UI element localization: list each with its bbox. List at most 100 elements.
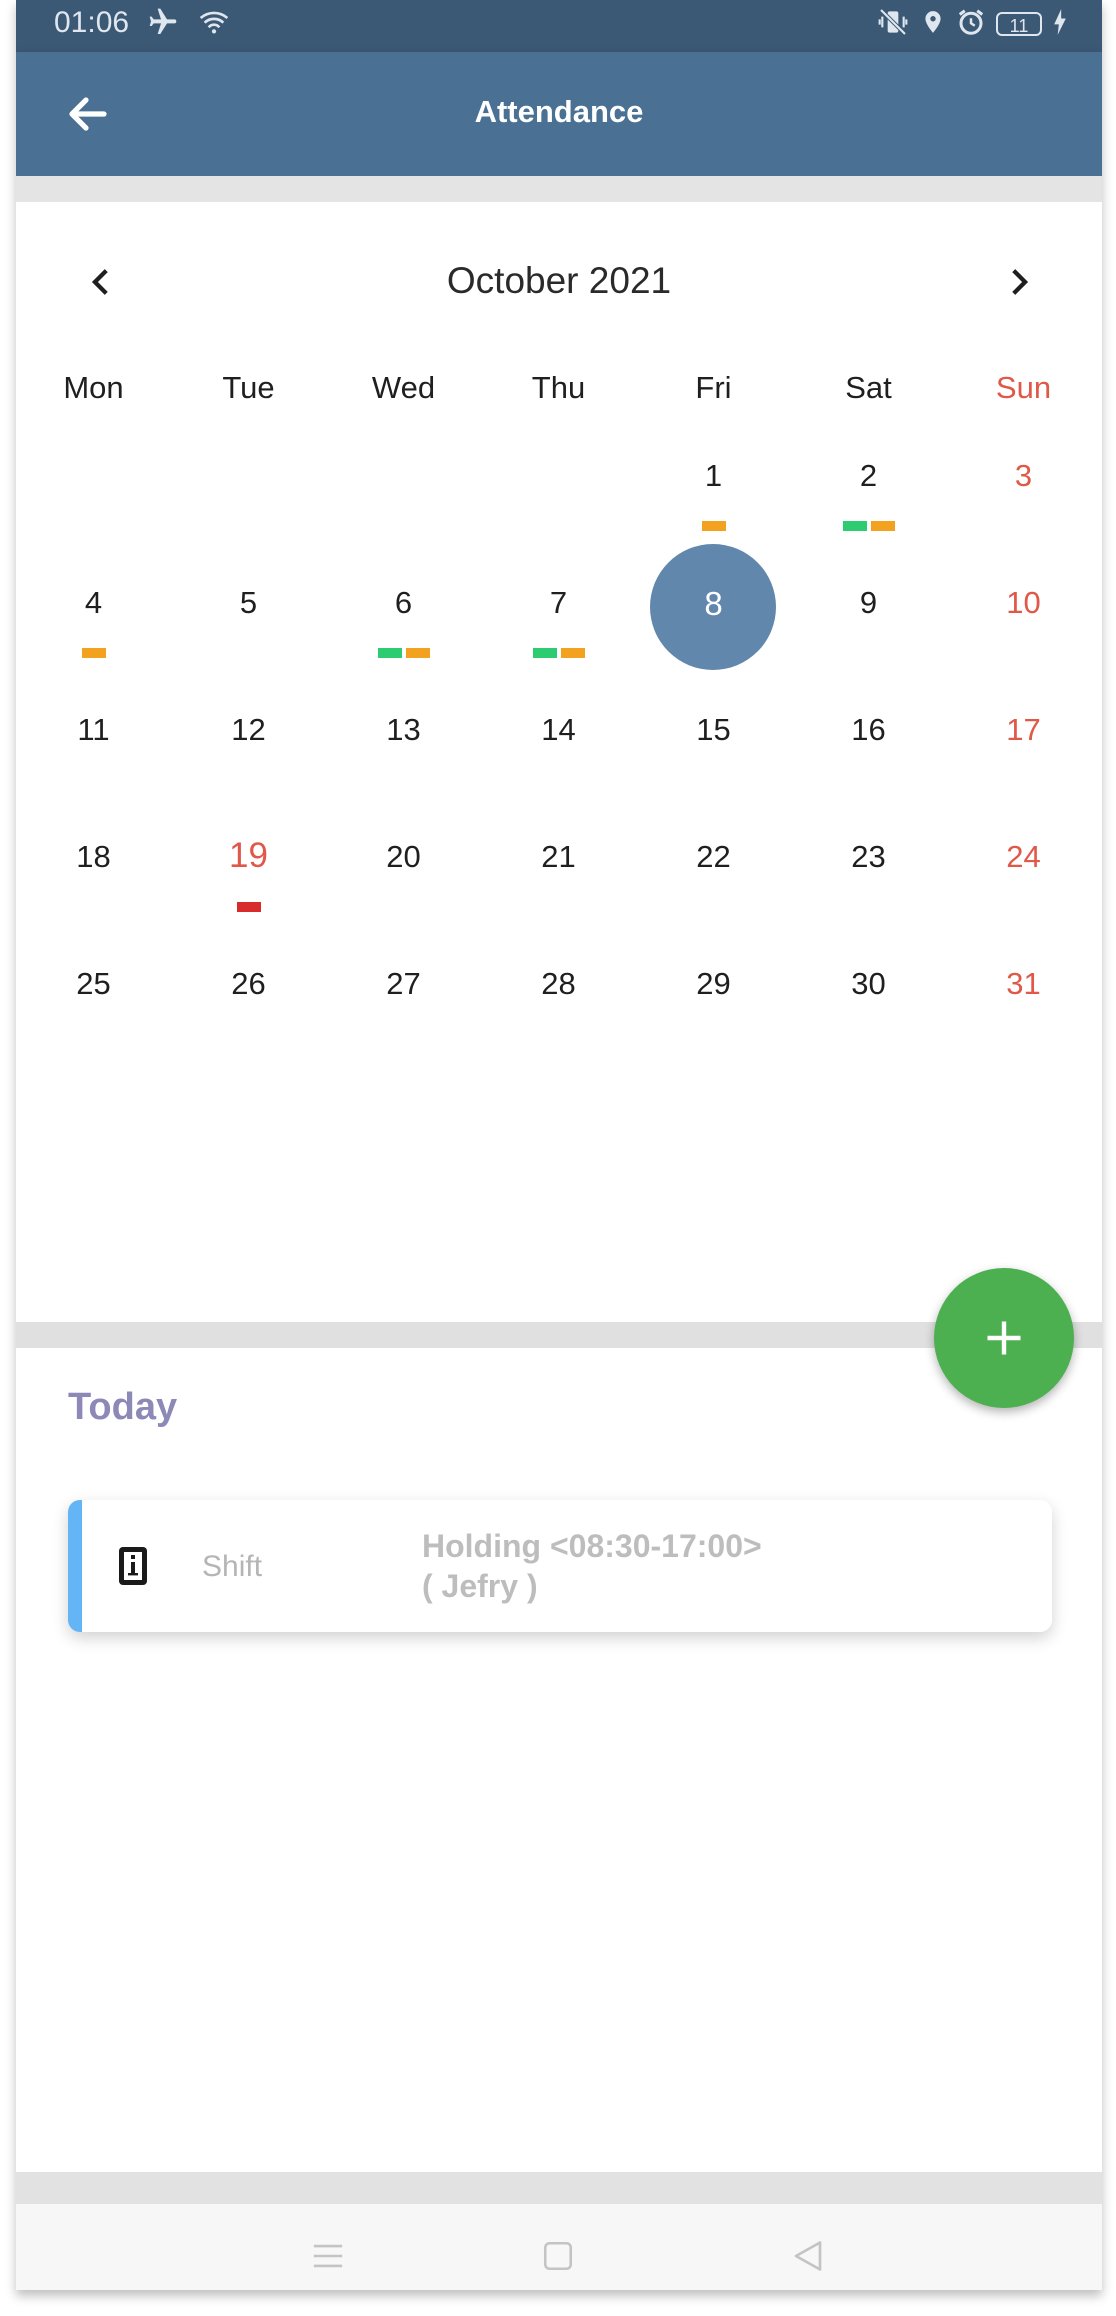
day-number: 24	[1006, 839, 1041, 874]
weekday-label: Mon	[63, 370, 124, 405]
weekday-label: Thu	[531, 370, 586, 405]
day-number: 5	[239, 585, 258, 620]
empty-day-cell	[481, 440, 636, 567]
day-number: 25	[76, 966, 111, 1001]
orange-attendance-marker	[405, 648, 430, 658]
day-number: 20	[386, 839, 421, 874]
day-cell[interactable]: 11	[16, 694, 171, 821]
day-cell[interactable]: 20	[326, 821, 481, 948]
day-cell[interactable]: 31	[946, 948, 1101, 1075]
day-number: 1	[704, 458, 723, 493]
vibrate-off-icon	[876, 6, 910, 43]
day-number: 6	[394, 585, 413, 620]
attendance-markers	[16, 648, 171, 658]
shift-card[interactable]: Shift Holding <08:30-17:00> ( Jefry )	[68, 1500, 1052, 1632]
day-cell[interactable]: 5	[171, 567, 326, 694]
day-number: 14	[541, 712, 576, 747]
day-cell[interactable]: 3	[946, 440, 1101, 567]
status-time: 01:06	[54, 6, 130, 39]
day-cell[interactable]: 28	[481, 948, 636, 1075]
app-bar: Attendance	[16, 52, 1102, 176]
battery-indicator: 11	[996, 12, 1042, 36]
day-number: 29	[696, 966, 731, 1001]
day-cell[interactable]: 17	[946, 694, 1101, 821]
day-cell[interactable]: 2	[791, 440, 946, 567]
day-cell[interactable]: 24	[946, 821, 1101, 948]
day-number: 30	[851, 966, 886, 1001]
next-month-button[interactable]	[994, 258, 1042, 306]
menu-button[interactable]	[306, 2234, 350, 2278]
green-attendance-marker	[377, 648, 402, 658]
day-number: 31	[1006, 966, 1041, 1001]
day-cell[interactable]: 25	[16, 948, 171, 1075]
orange-attendance-marker	[870, 521, 895, 531]
day-cell[interactable]: 10	[946, 567, 1101, 694]
menu-icon	[313, 2244, 343, 2268]
weekday-header: Mon Tue Wed Thu Fri Sat Sun	[16, 370, 1102, 406]
home-button[interactable]	[536, 2234, 580, 2278]
day-cell[interactable]: 7	[481, 567, 636, 694]
day-cell[interactable]: 23	[791, 821, 946, 948]
chevron-right-icon	[1012, 269, 1029, 295]
day-cell[interactable]: 30	[791, 948, 946, 1075]
airplane-mode-icon	[144, 6, 182, 43]
day-cell-selected[interactable]: 8	[636, 544, 791, 694]
calendar-week-row: 25 26 27 28 29 30 31	[16, 948, 1102, 1075]
entry-value-line2: ( Jefry )	[422, 1568, 538, 1604]
day-number: 12	[231, 712, 266, 747]
day-cell[interactable]: 13	[326, 694, 481, 821]
day-number: 21	[541, 839, 576, 874]
divider	[16, 176, 1102, 202]
day-cell[interactable]: 19	[171, 821, 326, 948]
empty-day-cell	[326, 440, 481, 567]
add-button[interactable]	[934, 1268, 1074, 1408]
entry-label: Shift	[202, 1550, 263, 1583]
day-number: 22	[696, 839, 731, 874]
day-number: 4	[84, 585, 103, 620]
day-cell[interactable]: 12	[171, 694, 326, 821]
day-number: 18	[76, 839, 111, 874]
day-cell[interactable]: 16	[791, 694, 946, 821]
calendar-week-row: 18 19 20 21 22 23 24	[16, 821, 1102, 948]
day-cell[interactable]: 6	[326, 567, 481, 694]
system-nav-bar	[16, 2204, 1102, 2290]
weekday-label: Fri	[695, 370, 732, 405]
day-number: 8	[704, 585, 723, 622]
day-number: 13	[386, 712, 421, 747]
day-number: 7	[549, 585, 568, 620]
entry-value-line1: Holding <08:30-17:00>	[422, 1528, 762, 1564]
day-cell[interactable]: 18	[16, 821, 171, 948]
divider	[16, 2172, 1102, 2204]
day-cell[interactable]: 22	[636, 821, 791, 948]
day-cell[interactable]: 26	[171, 948, 326, 1075]
location-icon	[920, 6, 946, 43]
orange-attendance-marker	[560, 648, 585, 658]
day-cell[interactable]: 21	[481, 821, 636, 948]
day-cell[interactable]: 9	[791, 567, 946, 694]
calendar-week-row: 4 5 6 7 8 9 10	[16, 544, 1102, 694]
calendar-grid: 1 2 3 4 5 6 7 8 9 10 11 12 13 14 15 16 17 18 19 20 21 22 23 24 2…	[16, 440, 1102, 1075]
page-title: Attendance	[474, 94, 644, 129]
weekday-label: Wed	[371, 370, 436, 405]
day-cell[interactable]: 4	[16, 567, 171, 694]
day-number: 23	[851, 839, 886, 874]
day-cell[interactable]: 29	[636, 948, 791, 1075]
wifi-icon	[196, 6, 232, 43]
day-number: 17	[1006, 712, 1041, 747]
day-cell[interactable]: 15	[636, 694, 791, 821]
day-number: 10	[1006, 585, 1041, 620]
day-number: 2	[859, 458, 878, 493]
calendar-week-row: 1 2 3	[16, 440, 1102, 567]
attendance-markers	[171, 902, 326, 912]
green-attendance-marker	[532, 648, 557, 658]
month-title: October 2021	[446, 260, 672, 301]
day-cell[interactable]: 27	[326, 948, 481, 1075]
empty-day-cell	[16, 440, 171, 567]
triangle-back-icon	[794, 2241, 822, 2271]
plus-icon	[987, 1321, 1021, 1355]
system-back-button[interactable]	[786, 2234, 830, 2278]
day-number: 27	[386, 966, 421, 1001]
day-cell[interactable]: 14	[481, 694, 636, 821]
day-number: 15	[696, 712, 731, 747]
attendance-markers	[791, 521, 946, 531]
